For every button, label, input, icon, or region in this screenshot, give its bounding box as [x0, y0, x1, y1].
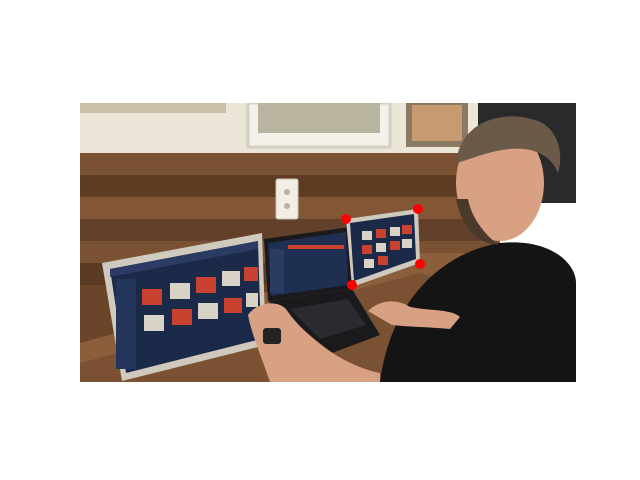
- picture-frame-left: [80, 103, 226, 113]
- watch: [263, 328, 281, 344]
- outlet-socket: [284, 189, 290, 195]
- laptop-screen-header: [288, 245, 344, 249]
- outlet-socket: [284, 203, 290, 209]
- left-monitor-sidebar: [116, 279, 136, 369]
- picture-frame-right-art: [412, 105, 462, 141]
- picture-frame-center-art: [258, 103, 380, 133]
- marker-dot-top-right: [413, 204, 423, 214]
- laptop-screen-sidebar: [270, 249, 284, 293]
- photo: [80, 103, 576, 382]
- marker-dot-bottom-right: [415, 259, 425, 269]
- photo-scene: [80, 103, 576, 382]
- wall-outlet: [275, 178, 299, 220]
- marker-dot-top-left: [341, 214, 351, 224]
- wood-plank: [80, 153, 500, 175]
- marker-dot-bottom-left: [347, 280, 357, 290]
